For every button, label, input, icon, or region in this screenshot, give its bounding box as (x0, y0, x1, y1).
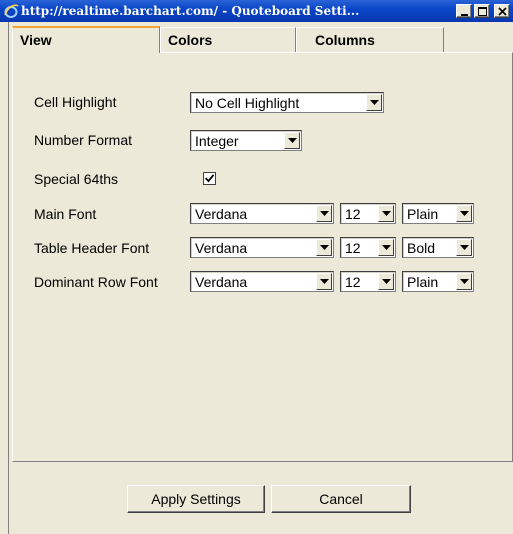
main-font-family-value: Verdana (195, 206, 248, 222)
tab-columns[interactable]: Columns (296, 27, 444, 52)
minimize-icon (461, 14, 468, 16)
table-header-font-family-value: Verdana (195, 240, 248, 256)
dropdown-arrow-icon (366, 94, 382, 111)
dominant-row-font-size-value: 12 (345, 274, 361, 290)
dominant-row-font-style-select[interactable]: Plain (402, 271, 474, 292)
maximize-button[interactable] (474, 4, 490, 18)
table-header-font-family-select[interactable]: Verdana (190, 237, 334, 258)
minimize-button[interactable] (456, 4, 472, 18)
dropdown-arrow-icon (456, 273, 472, 290)
dominant-row-font-label: Dominant Row Font (34, 274, 158, 290)
dropdown-arrow-icon (284, 132, 300, 149)
main-font-size-value: 12 (345, 206, 361, 222)
internet-explorer-icon (3, 3, 19, 19)
dropdown-arrow-icon (456, 205, 472, 222)
dropdown-arrow-icon (378, 273, 394, 290)
cell-highlight-label: Cell Highlight (34, 94, 117, 110)
main-font-style-select[interactable]: Plain (402, 203, 474, 224)
special-64ths-label: Special 64ths (34, 171, 119, 187)
table-header-font-style-select[interactable]: Bold (402, 237, 474, 258)
main-font-family-select[interactable]: Verdana (190, 203, 334, 224)
tab-view[interactable]: View (12, 26, 160, 53)
table-header-font-label: Table Header Font (34, 240, 150, 256)
number-format-select[interactable]: Integer (190, 130, 302, 151)
dropdown-arrow-icon (378, 205, 394, 222)
close-button[interactable] (494, 4, 510, 18)
cell-highlight-select[interactable]: No Cell Highlight (190, 92, 384, 113)
number-format-label: Number Format (34, 132, 133, 148)
cancel-button[interactable]: Cancel (271, 485, 411, 513)
dropdown-arrow-icon (456, 239, 472, 256)
table-header-font-size-value: 12 (345, 240, 361, 256)
close-icon (498, 7, 507, 16)
number-format-value: Integer (195, 133, 239, 149)
dominant-row-font-family-value: Verdana (195, 274, 248, 290)
maximize-icon (478, 7, 487, 16)
dominant-row-font-family-select[interactable]: Verdana (190, 271, 334, 292)
special-64ths-checkbox[interactable] (203, 172, 216, 185)
dropdown-arrow-icon (316, 239, 332, 256)
table-header-font-size-select[interactable]: 12 (340, 237, 396, 258)
cell-highlight-value: No Cell Highlight (195, 95, 300, 111)
dominant-row-font-size-select[interactable]: 12 (340, 271, 396, 292)
main-font-style-value: Plain (407, 206, 439, 222)
dropdown-arrow-icon (378, 239, 394, 256)
table-header-font-style-value: Bold (407, 240, 436, 256)
apply-settings-button[interactable]: Apply Settings (127, 485, 265, 513)
main-font-label: Main Font (34, 206, 97, 222)
checkmark-icon (205, 174, 214, 183)
tab-colors[interactable]: Colors (160, 27, 296, 52)
dominant-row-font-style-value: Plain (407, 274, 439, 290)
window-title: http://realtime.barchart.com/ - Quoteboa… (21, 4, 360, 18)
tab-strip: View Colors Columns (12, 26, 444, 53)
dropdown-arrow-icon (316, 205, 332, 222)
title-bar: http://realtime.barchart.com/ - Quoteboa… (0, 0, 513, 22)
dropdown-arrow-icon (316, 273, 332, 290)
main-font-size-select[interactable]: 12 (340, 203, 396, 224)
